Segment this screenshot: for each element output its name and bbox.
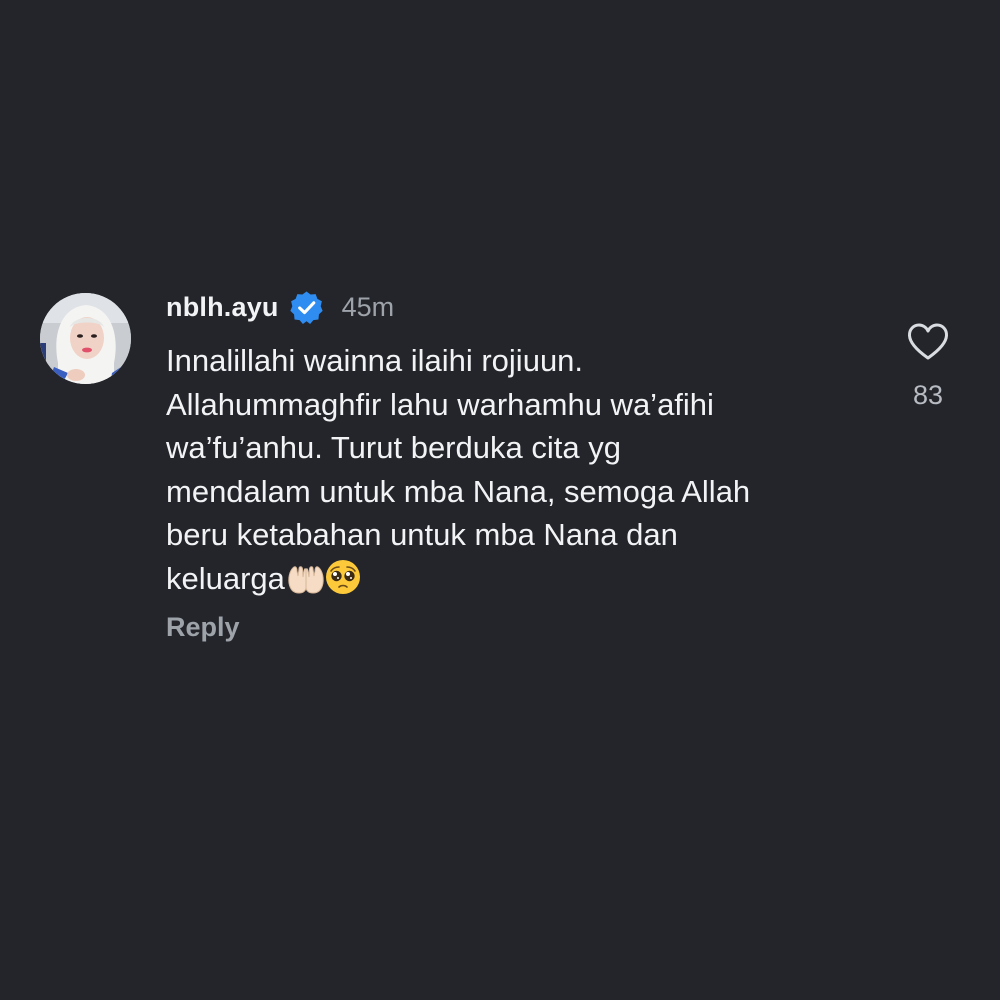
pleading-face-icon	[325, 559, 361, 607]
verified-badge-icon	[289, 290, 324, 325]
reply-button[interactable]: Reply	[166, 612, 240, 643]
username[interactable]: nblh.ayu	[166, 292, 279, 323]
palms-up-together-icon	[287, 563, 325, 607]
comment: nblh.ayu 45m Innalillahi wainna ilaihi r…	[0, 0, 1000, 1000]
avatar[interactable]	[40, 293, 131, 384]
comment-text-line: beru ketabahan untuk mba Nana dan	[166, 517, 678, 552]
comment-text-line: Allahummaghfir lahu warhamhu wa’afihi	[166, 386, 714, 422]
comment-text-line: Innalillahi wainna ilaihi rojiuun.	[166, 343, 584, 378]
like-control: 83	[900, 322, 956, 411]
comment-timestamp: 45m	[341, 291, 395, 322]
comment-text-line: mendalam untuk mba Nana, semoga Allah	[166, 473, 751, 509]
like-count: 83	[912, 380, 944, 410]
avatar-photo	[40, 293, 131, 384]
heart-outline-icon[interactable]	[906, 322, 950, 362]
comment-text-last-line: keluarga	[166, 557, 866, 607]
comment-text: Innalillahi wainna ilaihi rojiuun. Allah…	[166, 339, 866, 606]
comment-text-line: wa’fu’anhu. Turut berduka cita yg	[166, 430, 621, 465]
comment-header: nblh.ayu 45m	[166, 287, 394, 327]
comment-text-line: keluarga	[166, 560, 285, 596]
